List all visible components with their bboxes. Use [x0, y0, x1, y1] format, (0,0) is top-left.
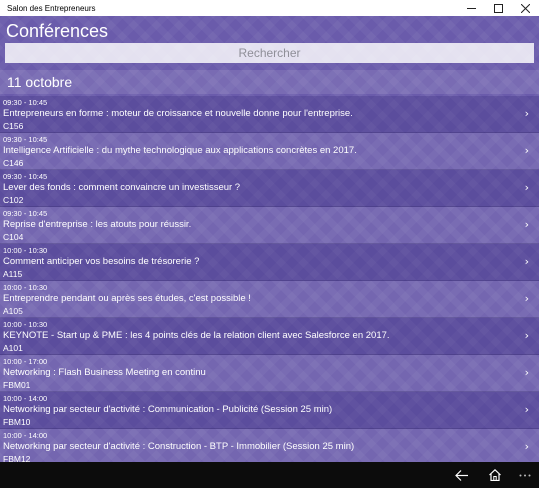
session-title: Networking par secteur d'activité : Cons…	[3, 441, 355, 452]
session-room: C104	[3, 232, 24, 242]
chevron-right-icon: ›	[524, 181, 529, 194]
minimize-icon	[467, 7, 476, 9]
maximize-button[interactable]	[485, 0, 512, 16]
session-time: 10:00 - 10:30	[3, 283, 48, 292]
session-time: 10:00 - 10:30	[3, 246, 48, 255]
date-label: 11 octobre	[7, 74, 73, 90]
session-room: FBM01	[3, 380, 31, 390]
list-item[interactable]: 09:30 - 10:45 Reprise d'entreprise : les…	[0, 207, 539, 244]
chevron-right-icon: ›	[524, 144, 529, 157]
session-title: Entreprendre pendant ou après ses études…	[3, 293, 251, 304]
session-room: A105	[3, 306, 23, 316]
back-arrow-icon	[454, 469, 468, 481]
session-time: 09:30 - 10:45	[3, 135, 48, 144]
chevron-right-icon: ›	[524, 218, 529, 231]
close-icon	[521, 3, 530, 13]
session-time: 10:00 - 14:00	[3, 431, 48, 440]
page-title: Conférences	[6, 21, 109, 41]
home-icon	[489, 469, 501, 481]
list-item[interactable]: 09:30 - 10:45 Intelligence Artificielle …	[0, 133, 539, 170]
maximize-icon	[494, 3, 503, 13]
session-title: Intelligence Artificielle : du mythe tec…	[3, 145, 357, 156]
session-time: 10:00 - 14:00	[3, 394, 48, 403]
chevron-right-icon: ›	[524, 107, 529, 120]
session-title: Reprise d'entreprise : les atouts pour r…	[3, 219, 192, 230]
session-title: KEYNOTE - Start up & PME : les 4 points …	[3, 330, 390, 341]
chevron-right-icon: ›	[524, 292, 529, 305]
search-input[interactable]: Rechercher	[5, 43, 534, 63]
list-item[interactable]: 10:00 - 14:00 Networking par secteur d'a…	[0, 392, 539, 429]
session-time: 09:30 - 10:45	[3, 172, 48, 181]
list-item[interactable]: 10:00 - 10:30 Entreprendre pendant ou ap…	[0, 281, 539, 318]
window-title: Salon des Entrepreneurs	[7, 3, 96, 13]
session-room: C156	[3, 121, 24, 131]
list-item[interactable]: 10:00 - 14:00 Networking par secteur d'a…	[0, 429, 539, 462]
list-item[interactable]: 10:00 - 17:00 Networking : Flash Busines…	[0, 355, 539, 392]
chevron-right-icon: ›	[524, 366, 529, 379]
session-room: FBM12	[3, 454, 31, 462]
chevron-right-icon: ›	[524, 403, 529, 416]
session-time: 10:00 - 17:00	[3, 357, 48, 366]
session-title: Comment anticiper vos besoins de trésore…	[3, 256, 200, 267]
more-icon	[519, 474, 531, 476]
list-item[interactable]: 09:30 - 10:45 Entrepreneurs en forme : m…	[0, 96, 539, 133]
session-room: A115	[3, 269, 23, 279]
session-title: Lever des fonds : comment convaincre un …	[3, 182, 241, 193]
session-title: Networking par secteur d'activité : Comm…	[3, 404, 333, 415]
minimize-button[interactable]	[458, 0, 485, 16]
session-room: A101	[3, 343, 23, 353]
session-room: C146	[3, 158, 24, 168]
home-button[interactable]	[480, 462, 510, 488]
chevron-right-icon: ›	[524, 255, 529, 268]
session-room: C102	[3, 195, 24, 205]
list-item[interactable]: 09:30 - 10:45 Lever des fonds : comment …	[0, 170, 539, 207]
search-placeholder: Rechercher	[238, 46, 301, 60]
session-title: Networking : Flash Business Meeting en c…	[3, 367, 206, 378]
list-item[interactable]: 10:00 - 10:30 Comment anticiper vos beso…	[0, 244, 539, 281]
chevron-right-icon: ›	[524, 329, 529, 342]
session-title: Entrepreneurs en forme : moteur de crois…	[3, 108, 353, 119]
session-time: 09:30 - 10:45	[3, 98, 48, 107]
back-button[interactable]	[446, 462, 476, 488]
app-content: Conférences Rechercher 11 octobre 09:30 …	[0, 16, 539, 462]
navigation-bar	[0, 462, 539, 488]
title-bar: Salon des Entrepreneurs	[0, 0, 539, 16]
session-list: 09:30 - 10:45 Entrepreneurs en forme : m…	[0, 96, 539, 462]
more-button[interactable]	[510, 462, 539, 488]
date-group-header: 11 octobre	[0, 70, 539, 94]
list-item[interactable]: 10:00 - 10:30 KEYNOTE - Start up & PME :…	[0, 318, 539, 355]
close-button[interactable]	[512, 0, 539, 16]
chevron-right-icon: ›	[524, 440, 529, 453]
session-time: 10:00 - 10:30	[3, 320, 48, 329]
session-time: 09:30 - 10:45	[3, 209, 48, 218]
session-room: FBM10	[3, 417, 31, 427]
